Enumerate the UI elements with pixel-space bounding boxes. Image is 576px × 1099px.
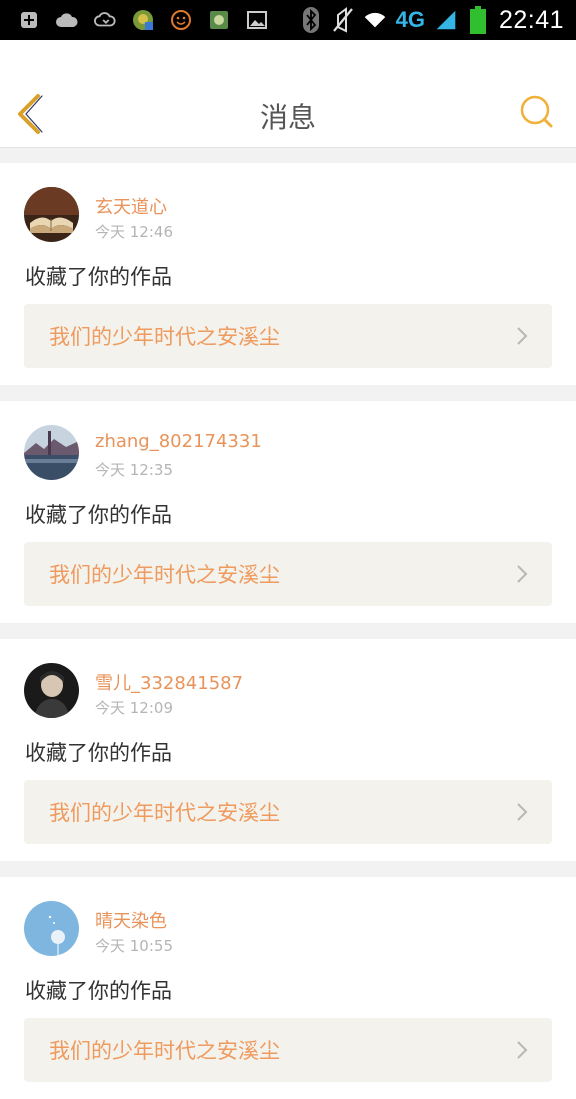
avatar[interactable] bbox=[24, 663, 79, 718]
cloud-icon bbox=[56, 9, 78, 31]
chevron-right-icon bbox=[517, 803, 528, 821]
message-time: 今天 12:09 bbox=[95, 699, 173, 717]
work-link[interactable]: 我们的少年时代之安溪尘 bbox=[24, 780, 552, 844]
photo-app-icon bbox=[208, 9, 230, 31]
landscape-avatar-icon bbox=[24, 425, 79, 480]
message-action: 收藏了你的作品 bbox=[25, 741, 172, 765]
mute-icon bbox=[332, 7, 354, 33]
message-card: 玄天道心 今天 12:46 收藏了你的作品 我们的少年时代之安溪尘 bbox=[0, 163, 576, 385]
message-list: 玄天道心 今天 12:46 收藏了你的作品 我们的少年时代之安溪尘 zhang_… bbox=[0, 148, 576, 1099]
avatar[interactable] bbox=[24, 901, 79, 956]
work-title: 我们的少年时代之安溪尘 bbox=[49, 325, 280, 349]
clock: 22:41 bbox=[498, 5, 564, 34]
chevron-right-icon bbox=[517, 327, 528, 345]
work-title: 我们的少年时代之安溪尘 bbox=[49, 563, 280, 587]
work-link[interactable]: 我们的少年时代之安溪尘 bbox=[24, 304, 552, 368]
battery-icon bbox=[467, 6, 489, 34]
emoji-app-icon bbox=[170, 9, 192, 31]
work-link[interactable]: 我们的少年时代之安溪尘 bbox=[24, 542, 552, 606]
message-card: zhang_802174331 今天 12:35 收藏了你的作品 我们的少年时代… bbox=[0, 401, 576, 623]
game-app-icon bbox=[132, 9, 154, 31]
message-action: 收藏了你的作品 bbox=[25, 265, 172, 289]
message-action: 收藏了你的作品 bbox=[25, 503, 172, 527]
network-type: 4G bbox=[395, 7, 425, 32]
wifi-icon bbox=[364, 9, 386, 31]
message-time: 今天 12:46 bbox=[95, 223, 173, 241]
chevron-right-icon bbox=[517, 565, 528, 583]
bluetooth-icon bbox=[300, 7, 322, 33]
status-bar: 4G 22:41 bbox=[0, 0, 576, 40]
username[interactable]: 玄天道心 bbox=[95, 193, 167, 219]
work-title: 我们的少年时代之安溪尘 bbox=[49, 1039, 280, 1063]
username[interactable]: 晴天染色 bbox=[95, 907, 167, 933]
add-icon bbox=[18, 9, 40, 31]
avatar[interactable] bbox=[24, 187, 79, 242]
page-title: 消息 bbox=[259, 101, 316, 134]
portrait-avatar-icon bbox=[24, 663, 79, 718]
cloud-sync-icon bbox=[94, 9, 116, 31]
signal-icon bbox=[435, 9, 457, 31]
work-title: 我们的少年时代之安溪尘 bbox=[49, 801, 280, 825]
image-icon bbox=[246, 9, 268, 31]
message-card: 雪儿_332841587 今天 12:09 收藏了你的作品 我们的少年时代之安溪… bbox=[0, 639, 576, 861]
username[interactable]: 雪儿_332841587 bbox=[95, 669, 243, 695]
username[interactable]: zhang_802174331 bbox=[95, 431, 262, 452]
chevron-right-icon bbox=[517, 1041, 528, 1059]
message-time: 今天 10:55 bbox=[95, 937, 173, 955]
message-action: 收藏了你的作品 bbox=[25, 979, 172, 1003]
book-avatar-icon bbox=[24, 187, 79, 242]
search-button[interactable] bbox=[520, 95, 554, 129]
message-card: 晴天染色 今天 10:55 收藏了你的作品 我们的少年时代之安溪尘 bbox=[0, 877, 576, 1099]
dandelion-avatar-icon bbox=[24, 901, 79, 956]
search-icon bbox=[520, 95, 553, 128]
avatar[interactable] bbox=[24, 425, 79, 480]
app-header: 消息 bbox=[0, 40, 576, 148]
work-link[interactable]: 我们的少年时代之安溪尘 bbox=[24, 1018, 552, 1082]
message-time: 今天 12:35 bbox=[95, 461, 173, 479]
